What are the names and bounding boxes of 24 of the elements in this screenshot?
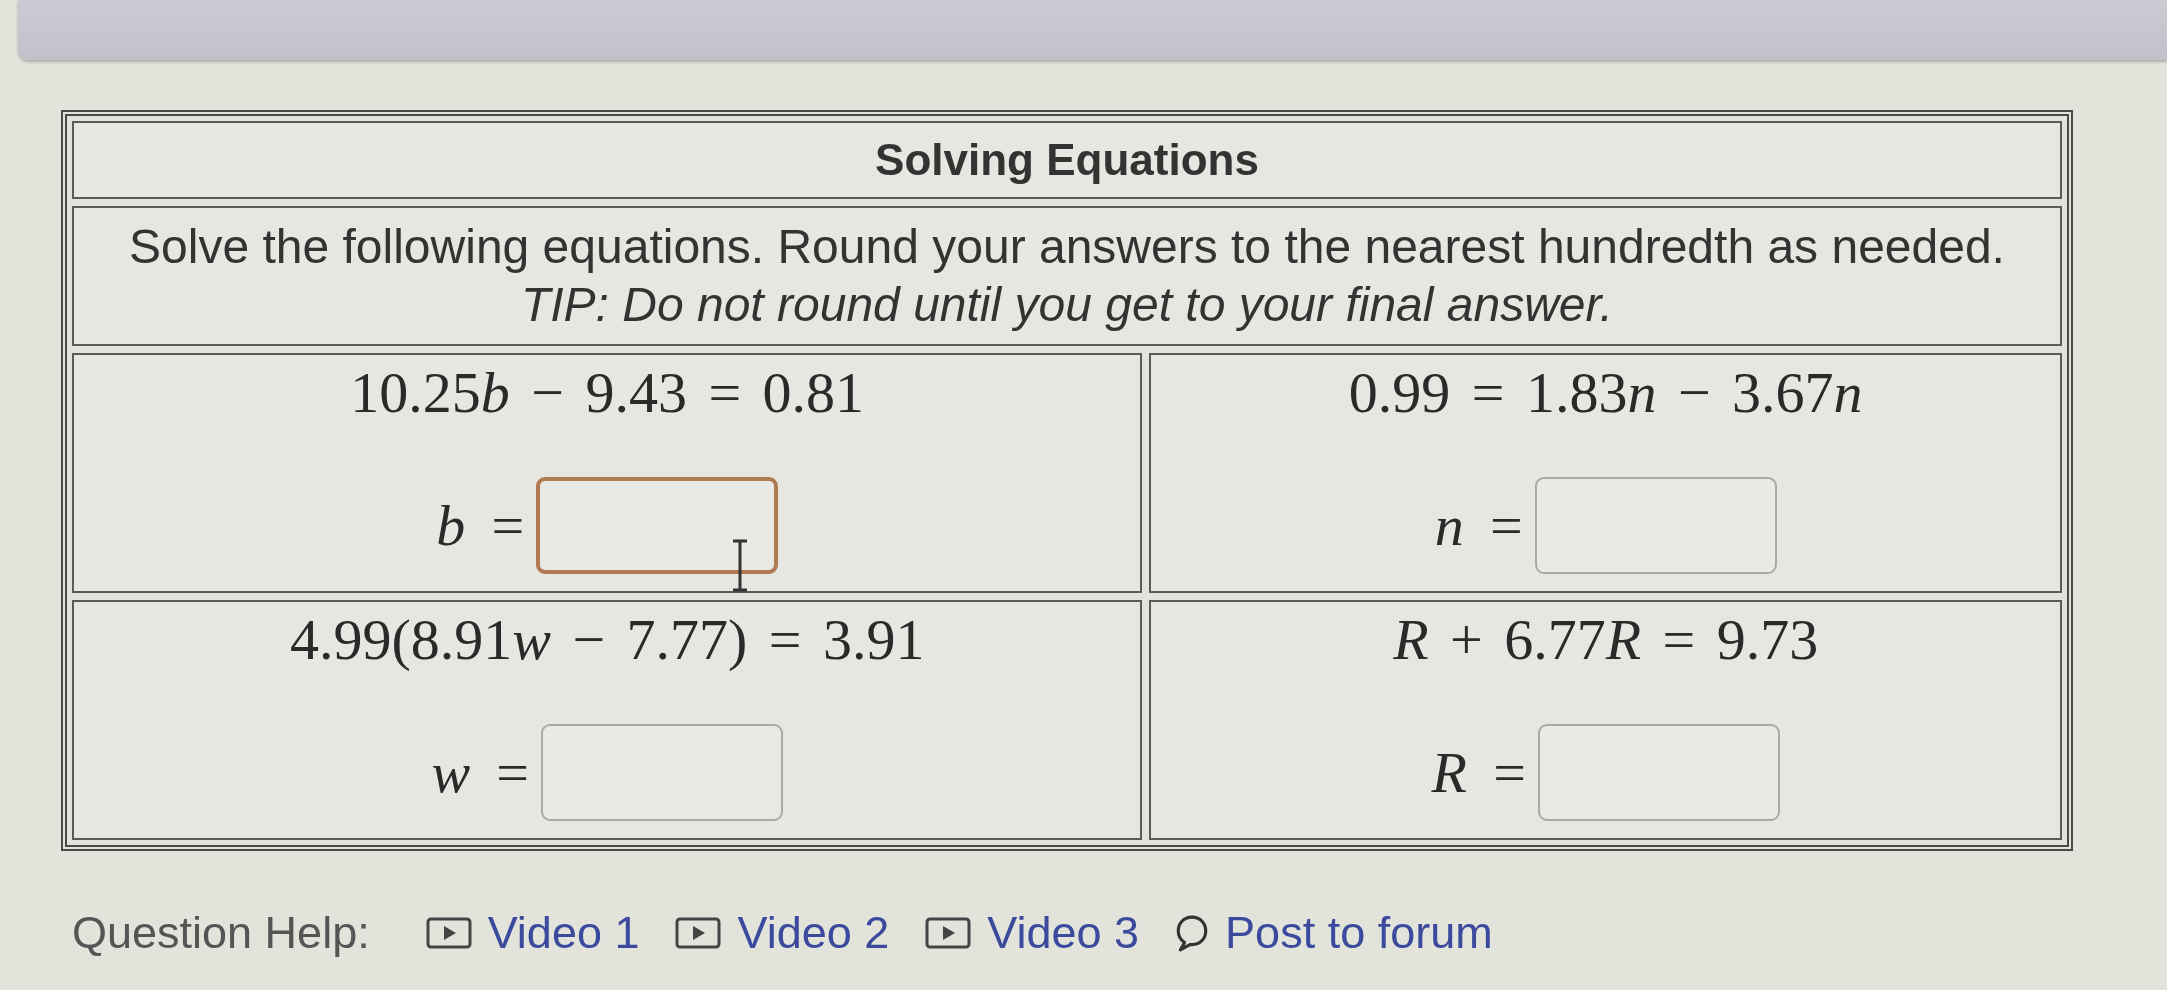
equation-text: R + 6.77R = 9.73 — [1393, 608, 1819, 672]
answer-field[interactable] — [1537, 724, 1780, 821]
equation-text: 4.99(8.91w − 7.77) = 3.91 — [289, 608, 925, 672]
variable-label: n = — [1434, 493, 1523, 558]
question-help-label: Question Help: — [72, 907, 370, 959]
answer-field[interactable] — [540, 724, 783, 821]
play-icon — [675, 917, 722, 949]
equation-text: 0.99 = 1.83n − 3.67n — [1348, 361, 1863, 425]
play-icon — [425, 917, 472, 949]
table-title: Solving Equations — [875, 135, 1259, 185]
video-link[interactable]: Video 2 — [675, 907, 890, 959]
video-link[interactable]: Video 3 — [925, 907, 1140, 959]
variable-label: R = — [1431, 740, 1526, 805]
answer-field[interactable] — [536, 477, 779, 574]
variable-label: w = — [431, 740, 529, 805]
tip-text: TIP: Do not round until you get to your final answer. — [520, 277, 1614, 333]
forum-link[interactable]: Post to forum — [1175, 907, 1493, 959]
equation-text: 10.25b − 9.43 = 0.81 — [350, 361, 865, 425]
variable-label: b = — [436, 493, 525, 558]
play-icon — [925, 917, 972, 949]
answer-field[interactable] — [1534, 477, 1777, 574]
speech-bubble-icon — [1175, 914, 1210, 952]
instruction-text: Solve the following equations. Round your answers to the nearest hundredth as needed. — [129, 219, 2005, 275]
video-link[interactable]: Video 1 — [425, 907, 640, 959]
